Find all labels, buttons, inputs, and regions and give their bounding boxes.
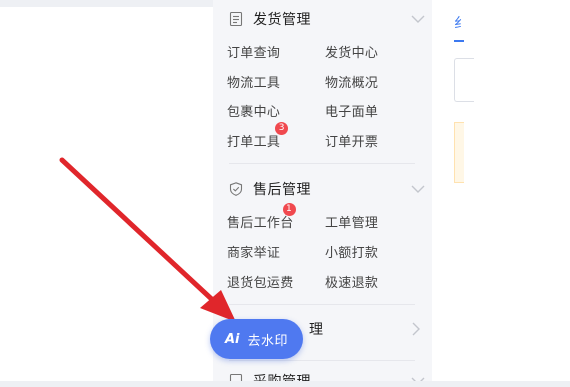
menu-item-small-payment[interactable]: 小额打款	[325, 242, 378, 261]
chevron-right-icon[interactable]	[411, 322, 421, 336]
divider	[229, 163, 415, 164]
divider	[229, 360, 415, 361]
menu-item-label: 打单工具	[227, 135, 281, 150]
section-title: 售后管理	[253, 182, 311, 198]
ai-icon: Ai	[224, 331, 240, 347]
tab-active-indicator	[454, 40, 464, 42]
section-title: 理	[309, 322, 324, 338]
menu-item-return-shipping[interactable]: 退货包运费	[227, 272, 294, 291]
notice-bar-partial	[454, 122, 464, 183]
menu-item-after-sales-workbench[interactable]: 售后工作台 1	[227, 203, 296, 231]
menu-item-logistics-overview[interactable]: 物流概况	[325, 72, 378, 91]
menu-item-logistics-tools[interactable]: 物流工具	[227, 72, 280, 91]
notification-badge: 3	[275, 122, 289, 135]
menu-item-merchant-evidence[interactable]: 商家举证	[227, 242, 280, 261]
menu-item-order-query[interactable]: 订单查询	[227, 42, 280, 61]
menu-item-package-center[interactable]: 包裹中心	[227, 101, 280, 120]
remove-watermark-button[interactable]: Ai 去水印	[210, 319, 303, 359]
chevron-down-icon[interactable]	[411, 184, 425, 194]
menu-item-print-tool[interactable]: 打单工具 3	[227, 122, 289, 150]
menu-item-e-waybill[interactable]: 电子面单	[325, 101, 378, 120]
divider	[229, 304, 415, 305]
menu-item-fast-refund[interactable]: 极速退款	[325, 272, 378, 291]
watermark-button-label: 去水印	[247, 333, 289, 349]
bottom-bar	[0, 381, 570, 387]
menu-item-order-invoice[interactable]: 订单开票	[325, 131, 378, 150]
tab-partial[interactable]: 纟	[454, 13, 468, 33]
menu-item-shipping-center[interactable]: 发货中心	[325, 42, 378, 61]
menu-item-ticket-management[interactable]: 工单管理	[325, 212, 378, 231]
main-content-edge: 纟	[432, 0, 570, 387]
menu-item-label: 售后工作台	[227, 216, 294, 231]
section-header-shipping[interactable]: 发货管理	[229, 6, 425, 32]
chevron-down-icon[interactable]	[411, 14, 425, 24]
notification-badge: 1	[282, 203, 296, 216]
section-title: 发货管理	[253, 12, 311, 28]
section-header-after-sales[interactable]: 售后管理	[229, 176, 425, 202]
shield-check-icon	[229, 182, 243, 196]
input-field-partial[interactable]	[454, 58, 474, 102]
document-icon	[229, 12, 243, 26]
